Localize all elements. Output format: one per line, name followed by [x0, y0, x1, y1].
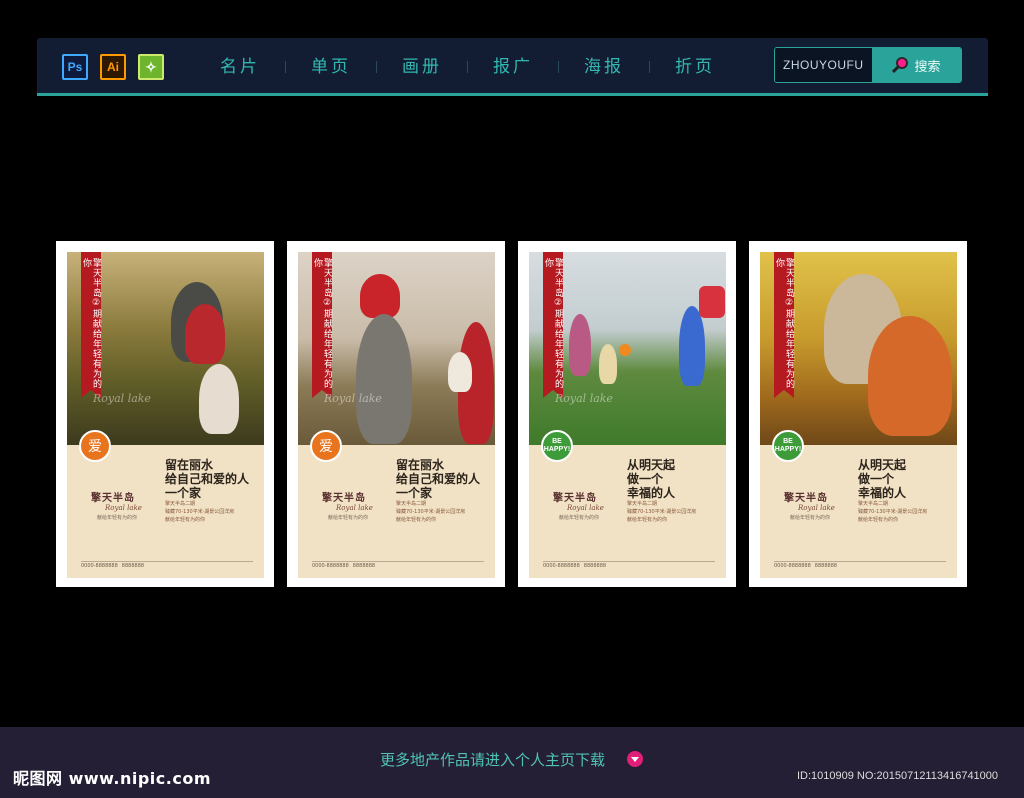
chevron-down-icon[interactable] — [627, 751, 643, 767]
poster-card-2[interactable]: 擎天半岛②期献给年轻有为的你 Royal lake 爱 留在丽水 给自己和爱的人… — [287, 241, 505, 587]
figure-mother — [868, 316, 952, 436]
brand-tagline: 献给年轻有为的你 — [97, 515, 138, 521]
poster-artwork: 擎天半岛②期献给年轻有为的你 BE HAPPY! 从明天起 做一个 幸福的人 擎… — [760, 252, 957, 578]
poster-artwork: 擎天半岛②期献给年轻有为的你 Royal lake 爱 留在丽水 给自己和爱的人… — [298, 252, 495, 578]
photo-watermark: Royal lake — [555, 392, 613, 405]
brand-subtitle: Royal lake — [105, 504, 142, 512]
nav-item-brochure[interactable]: 画册 — [377, 54, 467, 80]
poster-footer: 0000-8888888 8888888 — [774, 561, 946, 569]
figure-father — [679, 306, 705, 386]
illustrator-icon[interactable]: Ai — [100, 54, 126, 80]
poster-headline: 从明天起 做一个 幸福的人 — [627, 458, 676, 500]
figure-mother — [185, 304, 225, 364]
poster-body-copy: 擎天半岛二期 臻藏70-130平米·湖景公园洋房 献给年轻有为的你 — [858, 501, 928, 523]
love-badge: 爱 — [79, 430, 111, 462]
search-button-label: 搜索 — [914, 59, 941, 75]
toolbar-underline — [37, 93, 988, 96]
nav-item-business-card[interactable]: 名片 — [195, 54, 285, 80]
poster-artwork: 擎天半岛②期献给年轻有为的你 Royal lake BE HAPPY! 从明天起… — [529, 252, 726, 578]
poster-body-copy: 擎天半岛二期 臻藏70-130平米·湖景公园洋房 献给年轻有为的你 — [165, 501, 235, 523]
photo-watermark: Royal lake — [324, 392, 382, 405]
nav-item-poster[interactable]: 海报 — [559, 54, 649, 80]
red-ribbon: 擎天半岛②期献给年轻有为的你 — [312, 252, 332, 398]
brand-logo: 擎天半岛 — [553, 493, 597, 504]
figure-mother — [569, 314, 591, 376]
brand-subtitle: Royal lake — [798, 504, 835, 512]
brand-logo: 擎天半岛 — [784, 493, 828, 504]
love-badge: 爱 — [310, 430, 342, 462]
poster-headline: 留在丽水 给自己和爱的人 一个家 — [165, 458, 250, 500]
kite — [699, 286, 725, 318]
poster-card-1[interactable]: 擎天半岛②期献给年轻有为的你 Royal lake 爱 留在丽水 给自己和爱的人… — [56, 241, 274, 587]
teddy-bear — [448, 352, 472, 392]
brand-tagline: 献给年轻有为的你 — [790, 515, 831, 521]
poster-footer: 0000-8888888 8888888 — [312, 561, 484, 569]
brand-tagline: 献给年轻有为的你 — [559, 515, 600, 521]
app-icon-group: Ps Ai ✧ — [62, 54, 164, 80]
category-nav: 名片 单页 画册 报广 海报 折页 — [195, 54, 740, 80]
nav-item-folded-leaflet[interactable]: 折页 — [650, 54, 740, 80]
brand-logo: 擎天半岛 — [91, 493, 135, 504]
search-button[interactable]: 搜索 — [872, 48, 961, 82]
red-ribbon: 擎天半岛②期献给年轻有为的你 — [774, 252, 794, 398]
poster-body-copy: 擎天半岛二期 臻藏70-130平米·湖景公园洋房 献给年轻有为的你 — [396, 501, 466, 523]
figure-child — [599, 344, 617, 384]
top-toolbar: Ps Ai ✧ 名片 单页 画册 报广 海报 折页 搜索 — [37, 38, 988, 96]
coreldraw-icon[interactable]: ✧ — [138, 54, 164, 80]
brand-tagline: 献给年轻有为的你 — [328, 515, 369, 521]
be-happy-badge: BE HAPPY! — [772, 430, 804, 462]
be-happy-badge: BE HAPPY! — [541, 430, 573, 462]
poster-footer: 0000-8888888 8888888 — [81, 561, 253, 569]
photo-watermark: Royal lake — [93, 392, 151, 405]
image-id-label: ID:1010909 NO:20150712113416741000 — [797, 770, 999, 782]
poster-headline: 留在丽水 给自己和爱的人 一个家 — [396, 458, 481, 500]
brand-subtitle: Royal lake — [336, 504, 373, 512]
search-box: 搜索 — [774, 47, 962, 83]
figure-child — [360, 274, 400, 318]
brand-logo: 擎天半岛 — [322, 493, 366, 504]
red-ribbon: 擎天半岛②期献给年轻有为的你 — [543, 252, 563, 398]
more-works-link[interactable]: 更多地产作品请进入个人主页下载 — [380, 749, 605, 770]
search-input[interactable] — [775, 48, 872, 82]
figure-father — [356, 314, 412, 444]
poster-footer: 0000-8888888 8888888 — [543, 561, 715, 569]
poster-card-4[interactable]: 擎天半岛②期献给年轻有为的你 BE HAPPY! 从明天起 做一个 幸福的人 擎… — [749, 241, 967, 587]
magnifier-icon — [892, 57, 909, 74]
figure-child — [199, 364, 239, 434]
photoshop-icon[interactable]: Ps — [62, 54, 88, 80]
site-logo: 昵图网 www.nipic.com — [13, 769, 211, 788]
nav-item-flyer[interactable]: 单页 — [286, 54, 376, 80]
nav-item-print-ad[interactable]: 报广 — [468, 54, 558, 80]
balloon — [619, 344, 631, 356]
brand-subtitle: Royal lake — [567, 504, 604, 512]
poster-body-copy: 擎天半岛二期 臻藏70-130平米·湖景公园洋房 献给年轻有为的你 — [627, 501, 697, 523]
red-ribbon: 擎天半岛②期献给年轻有为的你 — [81, 252, 101, 398]
poster-card-3[interactable]: 擎天半岛②期献给年轻有为的你 Royal lake BE HAPPY! 从明天起… — [518, 241, 736, 587]
poster-artwork: 擎天半岛②期献给年轻有为的你 Royal lake 爱 留在丽水 给自己和爱的人… — [67, 252, 264, 578]
poster-headline: 从明天起 做一个 幸福的人 — [858, 458, 907, 500]
